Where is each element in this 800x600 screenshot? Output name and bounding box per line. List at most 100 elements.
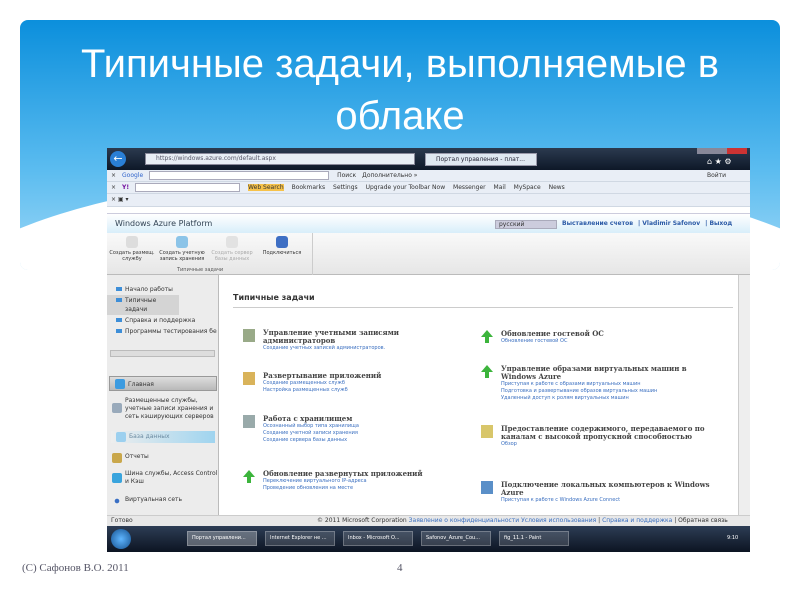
header-links: Выставление счетов | Vladimir Safonov | Вы…: [562, 220, 733, 227]
label: Виртуальная сеть: [125, 496, 183, 503]
ribbon-group-label: Типичные задачи: [177, 267, 224, 273]
create-storage-button[interactable]: Создать учетную запись хранения: [159, 236, 205, 262]
service-bus-icon: [112, 473, 122, 483]
deploy-icon: [243, 372, 255, 385]
slide-title: Типичные задачи, выполняемые в облаке: [81, 42, 719, 138]
task-link[interactable]: Удаленный доступ к ролям виртуальных маш…: [477, 395, 717, 402]
google-more[interactable]: Дополнительно »: [362, 172, 417, 179]
start-button[interactable]: [111, 529, 131, 549]
cdn-icon: [481, 425, 493, 438]
status-ready: Готово: [111, 517, 133, 524]
taskbar-item[interactable]: Safonov_Azure_Cou...: [421, 531, 491, 546]
label: Шина службы, Access Control и Кэш: [125, 470, 218, 485]
task-cdn: Предоставление содержимого, передаваемог…: [477, 425, 717, 448]
nav-virtual-network[interactable]: Виртуальная сеть: [107, 496, 219, 506]
news-button[interactable]: News: [549, 184, 565, 191]
copyright: © 2011 Microsoft Corporation: [317, 517, 407, 524]
task-storage: Работа с хранилищем Осознанный выбор типа…: [239, 415, 469, 444]
nav-home[interactable]: Главная: [109, 376, 217, 391]
taskbar-item[interactable]: Inbox - Microsoft O...: [343, 531, 413, 546]
nav-tree-item[interactable]: Начало работы: [107, 284, 218, 295]
task-title: Обновление развернутых приложений: [263, 469, 423, 478]
users-icon: [243, 329, 255, 342]
task-title: Управление образами виртуальных машин в …: [501, 364, 687, 381]
reports-icon: [112, 453, 122, 463]
task-link[interactable]: Приступая к работе с Windows Azure Conne…: [477, 497, 717, 504]
google-signin[interactable]: Войти: [707, 170, 726, 182]
bookmarks-button[interactable]: Bookmarks: [292, 184, 326, 191]
task-link[interactable]: Создание сервера базы данных: [239, 437, 469, 444]
task-admin-accounts: Управление учетными записями администрат…: [239, 329, 469, 352]
green-arrow-icon: [243, 470, 255, 483]
web-search-button[interactable]: Web Search: [248, 184, 284, 191]
connect-button[interactable]: Подключиться: [259, 236, 305, 256]
upgrade-toolbar-button[interactable]: Upgrade your Toolbar Now: [366, 184, 446, 191]
settings-button[interactable]: Settings: [333, 184, 358, 191]
language-select[interactable]: русский: [495, 220, 557, 229]
azure-logo: Windows Azure Platform: [115, 219, 213, 228]
nav-tree-item[interactable]: Типичные задачи: [107, 295, 179, 315]
task-vm-images: Управление образами виртуальных машин в …: [477, 365, 717, 402]
services-icon: [112, 403, 122, 413]
label: База данных: [129, 433, 170, 440]
task-link[interactable]: Создание учетных записей администраторов…: [239, 345, 469, 352]
browser-tab[interactable]: Портал управления - плат...: [425, 153, 537, 166]
main-vscrollbar[interactable]: [738, 275, 750, 515]
task-link[interactable]: Создание размещенных служб: [239, 380, 469, 387]
google-search-input[interactable]: [149, 171, 330, 180]
footer-author: (C) Сафонов В.О. 2011: [22, 562, 129, 574]
task-link[interactable]: Создание учетной записи хранения: [239, 430, 469, 437]
label: Создать размещ. службу: [109, 250, 155, 262]
taskbar-item[interactable]: Internet Explorer не ...: [265, 531, 335, 546]
yahoo-search-input[interactable]: [135, 183, 241, 192]
mail-button[interactable]: Mail: [494, 184, 506, 191]
nav-hosted-services[interactable]: Размещенные службы, учетные записи хране…: [107, 397, 219, 421]
task-link[interactable]: Подготовка и развертывание образов вирту…: [477, 388, 717, 395]
task-link[interactable]: Осознанный выбор типа хранилища: [239, 423, 469, 430]
create-service-button[interactable]: Создать размещ. службу: [109, 236, 155, 262]
terms-link[interactable]: Условия использования: [521, 517, 596, 524]
address-bar[interactable]: https://windows.azure.com/default.aspx: [145, 153, 415, 165]
task-link[interactable]: Приступая к работе с образами виртуальны…: [477, 381, 717, 388]
azure-icon: [115, 379, 125, 389]
nav-service-bus[interactable]: Шина службы, Access Control и Кэш: [107, 470, 219, 486]
task-link[interactable]: Обновление гостевой ОС: [477, 338, 717, 345]
task-link[interactable]: Проведение обновления на месте: [239, 485, 469, 492]
database-icon: [116, 432, 126, 442]
task-title: Обновление гостевой ОС: [501, 329, 604, 338]
taskbar: Портал управлени... Internet Explorer не…: [107, 526, 750, 552]
home-star-gear-icons[interactable]: ⌂ ★ ⚙: [707, 157, 732, 166]
nav-tree-item[interactable]: Программы тестирования бе: [107, 326, 218, 337]
google-search-button[interactable]: Поиск: [337, 172, 356, 179]
nav-hscrollbar[interactable]: [110, 350, 215, 357]
task-link[interactable]: Настройка размещенных служб: [239, 387, 469, 394]
back-icon[interactable]: ←: [110, 151, 126, 167]
taskbar-item[interactable]: Портал управлени...: [187, 531, 257, 546]
task-link[interactable]: Переключение виртуального IP-адреса: [239, 478, 469, 485]
feedback-link[interactable]: Обратная связь: [678, 517, 728, 524]
create-db-server-button[interactable]: Создать сервер базы данных: [209, 236, 255, 262]
taskbar-item[interactable]: fig_11.1 - Paint: [499, 531, 569, 546]
privacy-link[interactable]: Заявление о конфиденциальности: [409, 517, 520, 524]
window-controls[interactable]: [697, 148, 747, 154]
help-link[interactable]: Справка и поддержка: [602, 517, 672, 524]
task-guest-os: Обновление гостевой ОС Обновление гостево…: [477, 330, 717, 345]
nav-database[interactable]: База данных: [111, 431, 215, 443]
extra-toolbar: × ▣ ▾: [107, 194, 750, 207]
main-content: Типичные задачи Управление учетными запи…: [219, 275, 738, 515]
nav-reports[interactable]: Отчеты: [107, 453, 219, 463]
myspace-button[interactable]: MySpace: [514, 184, 541, 191]
browser-titlebar: ← https://windows.azure.com/default.aspx…: [107, 148, 750, 170]
logout-link[interactable]: Выход: [709, 220, 732, 227]
service-icon: [126, 236, 138, 248]
connect-icon: [481, 481, 493, 494]
user-link[interactable]: Vladimir Safonov: [642, 220, 700, 227]
google-toolbar: × Google Поиск Дополнительно » Войти: [107, 170, 750, 182]
messenger-button[interactable]: Messenger: [453, 184, 486, 191]
task-title: Предоставление содержимого, передаваемог…: [501, 424, 705, 441]
azure-header: Windows Azure Platform русский Выставлен…: [107, 213, 750, 233]
nav-tree-item[interactable]: Справка и поддержка: [107, 315, 218, 326]
task-link[interactable]: Обзор: [477, 441, 717, 448]
billing-link[interactable]: Выставление счетов: [562, 220, 633, 227]
storage-icon: [243, 415, 255, 428]
